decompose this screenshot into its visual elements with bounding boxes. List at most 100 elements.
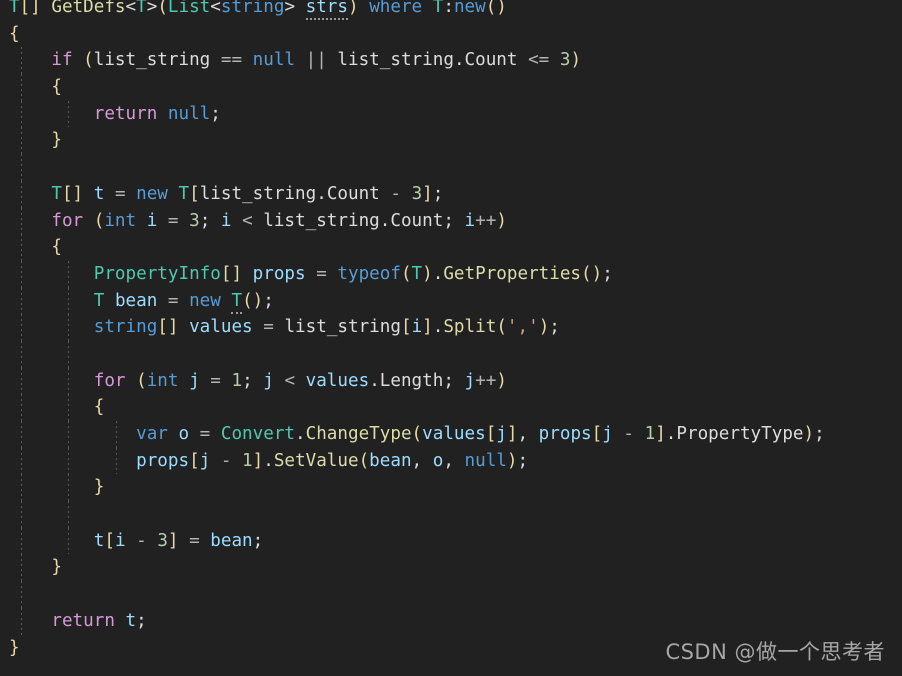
code-token: { [51, 77, 62, 98]
code-line[interactable]: } [0, 554, 902, 582]
code-token: 3 [559, 50, 571, 71]
code-token: ; [602, 263, 613, 284]
code-token: () [242, 290, 264, 311]
code-token: i [464, 210, 476, 231]
code-token: ; [136, 610, 147, 631]
code-line[interactable]: PropertyInfo[] props = typeof(T).GetProp… [0, 260, 902, 288]
code-line[interactable] [0, 340, 902, 368]
code-token: . [379, 210, 391, 231]
code-token: j [199, 450, 211, 471]
code-token: } [9, 637, 20, 658]
code-token: } [51, 130, 62, 151]
code-token: - [390, 183, 401, 204]
code-token: [ [485, 424, 497, 444]
code-token: || [305, 50, 327, 71]
code-line[interactable]: { [0, 74, 902, 101]
code-token: Split [443, 317, 497, 338]
indent-guide [68, 287, 69, 315]
code-token: 1 [644, 424, 656, 444]
code-token: ( [93, 210, 105, 231]
indent-guide [21, 74, 22, 101]
code-token: ; [199, 210, 221, 231]
code-token: = [210, 370, 221, 391]
code-token: < [125, 0, 137, 17]
code-token: Convert [220, 424, 296, 444]
code-token: - [220, 450, 232, 471]
code-token: ( [400, 263, 412, 284]
code-token: = [167, 210, 179, 231]
code-line[interactable]: string[] values = list_string[i].Split('… [0, 314, 902, 341]
code-token: . [316, 183, 327, 204]
indent-guide [68, 100, 69, 128]
code-token: = [316, 263, 327, 284]
code-token: list_string [337, 50, 454, 71]
code-token: , [443, 450, 465, 471]
code-token: Count [326, 183, 380, 204]
code-surface[interactable]: T[] GetDefs<T>(List<string> strs) where … [0, 0, 902, 661]
code-token: strs [305, 0, 348, 20]
indent-guide [68, 367, 69, 395]
indent-guide [68, 314, 69, 341]
code-line[interactable]: { [0, 394, 902, 421]
code-token: return [93, 103, 158, 124]
code-line[interactable]: t[i - 3] = bean; [0, 527, 902, 555]
code-token: o [432, 450, 444, 471]
code-token: } [93, 477, 105, 498]
code-token: bean [369, 450, 412, 471]
code-editor[interactable]: T[] GetDefs<T>(List<string> strs) where … [0, 0, 902, 676]
code-token: ) [496, 370, 507, 391]
code-token: new [136, 183, 168, 204]
code-line[interactable]: { [0, 21, 902, 48]
code-token: where [369, 0, 423, 17]
code-token: () [485, 0, 507, 17]
code-line[interactable]: for (int i = 3; i < list_string.Count; i… [0, 207, 902, 235]
code-line[interactable]: var o = Convert.ChangeType(values[j], pr… [0, 421, 902, 448]
code-token: . [453, 50, 465, 71]
indent-guide [68, 447, 69, 475]
code-line[interactable]: T bean = new T(); [0, 287, 902, 315]
code-token: ( [358, 450, 370, 471]
code-line[interactable]: { [0, 234, 902, 261]
code-line[interactable]: } [0, 474, 902, 502]
code-line[interactable]: return t; [0, 607, 902, 635]
code-token: GetDefs [51, 0, 126, 17]
code-token: > [284, 0, 306, 17]
code-line[interactable]: for (int j = 1; j < values.Length; j++) [0, 367, 902, 395]
code-token: . [263, 450, 274, 471]
code-token: list_string [199, 183, 317, 204]
code-line[interactable]: props[j - 1].SetValue(bean, o, null); [0, 447, 902, 475]
code-token: j [464, 370, 476, 391]
code-line[interactable] [0, 581, 902, 608]
code-line[interactable]: if (list_string == null || list_string.C… [0, 47, 902, 75]
code-token: string [93, 317, 158, 338]
code-token: List [167, 0, 211, 17]
code-token: T [432, 0, 444, 17]
code-token: ] [167, 530, 179, 551]
code-token: j [602, 424, 613, 444]
code-line[interactable]: T[] t = new T[list_string.Count - 3]; [0, 180, 902, 208]
indent-guide [68, 394, 69, 421]
indent-guide [21, 180, 22, 208]
code-line[interactable] [0, 154, 902, 181]
code-line[interactable] [0, 501, 902, 528]
code-token: j [496, 424, 507, 444]
indent-guide [68, 501, 69, 528]
code-line[interactable]: T[] GetDefs<T>(List<string> strs) where … [0, 0, 902, 21]
indent-guide [21, 581, 22, 608]
code-line[interactable]: return null; [0, 100, 902, 128]
code-token: < [242, 210, 253, 231]
code-token: T [178, 183, 190, 204]
code-line[interactable]: } [0, 127, 902, 155]
code-token: ( [83, 50, 94, 71]
